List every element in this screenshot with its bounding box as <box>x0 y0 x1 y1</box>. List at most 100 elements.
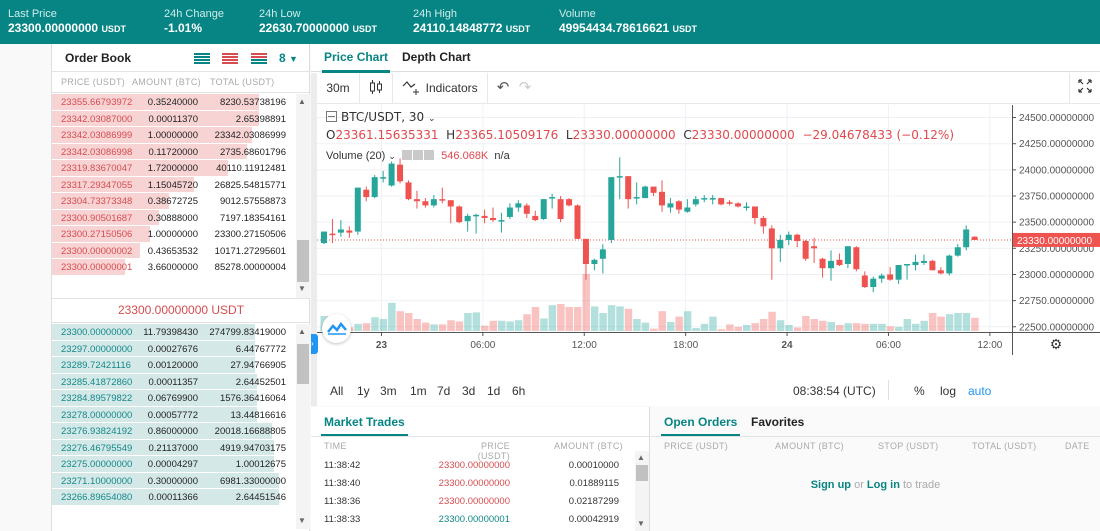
volume-bar <box>599 313 607 331</box>
precision-select[interactable]: 8 ▼ <box>279 51 298 65</box>
open-orders-panel: Open Orders Favorites PRICE (USDT) AMOUN… <box>651 407 1100 531</box>
volume-bar <box>768 311 776 331</box>
bid-total: 6.44767772 <box>235 343 286 355</box>
candle-body <box>819 258 826 269</box>
tab-depth-chart[interactable]: Depth Chart <box>402 50 471 64</box>
symbol-label[interactable]: BTC/USDT, 30 <box>341 110 424 124</box>
scroll-down-icon[interactable]: ▼ <box>298 516 306 525</box>
ask-row[interactable]: 23342.03086999 1.00000000 23342.03086999 <box>52 127 296 144</box>
asks-scroll-thumb[interactable] <box>297 240 309 282</box>
redo-icon[interactable]: ↷ <box>514 73 536 103</box>
scroll-down-icon[interactable]: ▼ <box>298 284 306 293</box>
eye-icon[interactable] <box>402 150 413 160</box>
ask-row[interactable]: 23355.66793972 0.35240000 8230.53738196 <box>52 94 296 111</box>
candle-body <box>718 198 725 205</box>
bid-row[interactable]: 23276.46795549 0.21137000 4919.94703175 <box>52 439 296 456</box>
trades-scroll-thumb[interactable] <box>636 465 648 481</box>
bids-scroll-thumb[interactable] <box>297 344 309 384</box>
candle-body <box>760 217 767 227</box>
range-6h[interactable]: 6h <box>512 384 525 398</box>
ask-row[interactable]: 23317.29347055 1.15045720 26825.54815771 <box>52 176 296 193</box>
scroll-down-icon[interactable]: ▼ <box>637 519 645 528</box>
bid-row[interactable]: 23278.00000000 0.00057772 13.44816616 <box>52 406 296 423</box>
signup-link[interactable]: Sign up <box>811 479 851 491</box>
login-link[interactable]: Log in <box>867 479 900 491</box>
bid-row[interactable]: 23285.41872860 0.00011357 2.64452501 <box>52 373 296 390</box>
range-1y[interactable]: 1y <box>357 384 370 398</box>
fullscreen-icon[interactable] <box>1069 73 1100 103</box>
candle-body <box>709 198 716 200</box>
bids-scrollbar[interactable]: ▲ ▼ <box>296 324 310 529</box>
chevron-down-icon[interactable]: ⌄ <box>428 114 436 124</box>
ask-row[interactable]: 23300.27150506 1.00000000 23300.27150506 <box>52 226 296 243</box>
ask-row[interactable]: 23300.90501687 0.30888000 7197.18354161 <box>52 209 296 226</box>
ticker-bar: Last Price 23300.00000000 USDT 24h Chang… <box>0 0 1100 44</box>
range-7d[interactable]: 7d <box>437 384 450 398</box>
settings-gear-icon[interactable]: ⚙ <box>1050 336 1063 352</box>
range-1m[interactable]: 1m <box>410 384 427 398</box>
trade-amount: 0.02187299 <box>568 496 619 507</box>
low-24h-label: 24h Low <box>259 8 301 20</box>
chart-logo-icon[interactable] <box>322 314 351 343</box>
tab-market-trades[interactable]: Market Trades <box>321 415 408 436</box>
undo-icon[interactable]: ↶ <box>492 73 514 103</box>
order-book-bids-icon[interactable] <box>251 53 267 64</box>
chevron-down-icon[interactable]: ⌄ <box>388 151 396 161</box>
order-book-both-icon[interactable] <box>194 53 210 64</box>
tab-favorites[interactable]: Favorites <box>751 415 804 429</box>
bid-row[interactable]: 23275.00000000 0.00004297 1.00012675 <box>52 456 296 473</box>
high-label: H <box>446 128 456 142</box>
volume-bar <box>447 320 455 331</box>
y-tick-label: 24000.00000000 <box>1019 165 1095 176</box>
ask-row[interactable]: 23304.73373348 0.38672725 9012.57558873 <box>52 193 296 210</box>
auto-toggle[interactable]: auto <box>968 384 991 398</box>
collapse-legend-icon[interactable] <box>326 111 337 122</box>
tab-price-chart[interactable]: Price Chart <box>321 50 391 73</box>
scroll-up-icon[interactable]: ▲ <box>298 327 306 336</box>
indicators-button[interactable]: Indicators <box>393 73 488 103</box>
bid-row[interactable]: 23276.93824192 0.86000000 20018.16688805 <box>52 423 296 440</box>
scroll-up-icon[interactable]: ▲ <box>637 453 645 462</box>
bid-row[interactable]: 23300.00000000 11.79398430 274799.83419000 <box>52 324 296 341</box>
bid-row[interactable]: 23289.72421116 0.00120000 27.94766905 <box>52 357 296 374</box>
volume-indicator-value: 546.068K <box>441 150 489 162</box>
ask-row[interactable]: 23300.00000001 3.66000000 85278.00000004 <box>52 259 296 276</box>
candle-body <box>836 259 843 266</box>
trades-scrollbar[interactable]: ▲ ▼ <box>635 451 649 531</box>
last-price-value: 23300.00000000 <box>8 21 99 35</box>
volume-indicator-label[interactable]: Volume (20) <box>326 150 385 162</box>
trade-price: 23300.00000000 <box>438 496 510 507</box>
percent-toggle[interactable]: % <box>914 384 925 398</box>
volume-bar <box>514 320 523 331</box>
range-1d[interactable]: 1d <box>487 384 500 398</box>
expand-sidebar-handle[interactable]: › <box>311 334 318 354</box>
y-tick-label: 24250.00000000 <box>1019 139 1095 150</box>
close-icon[interactable] <box>424 150 435 160</box>
bid-row[interactable]: 23271.10000000 0.30000000 6981.33000000 <box>52 472 296 489</box>
volume-bar <box>607 305 616 331</box>
bid-row[interactable]: 23297.00000000 0.00027676 6.44767772 <box>52 340 296 357</box>
interval-button[interactable]: 30m <box>317 73 360 103</box>
ask-row[interactable]: 23342.03086998 0.11720000 2735.68601796 <box>52 143 296 160</box>
candle-body <box>616 176 623 178</box>
ask-row[interactable]: 23342.03087000 0.00011370 2.65398891 <box>52 110 296 127</box>
candle-body <box>802 240 809 259</box>
scroll-up-icon[interactable]: ▲ <box>298 97 306 106</box>
bid-row[interactable]: 23266.89654080 0.00011366 2.64451546 <box>52 489 296 506</box>
ask-row[interactable]: 23300.00000002 0.43653532 10171.27295601 <box>52 242 296 259</box>
volume-bar <box>650 328 658 331</box>
ask-row[interactable]: 23319.83670047 1.72000000 40110.11912481 <box>52 160 296 177</box>
range-all[interactable]: All <box>330 384 343 398</box>
range-3m[interactable]: 3m <box>380 384 397 398</box>
log-toggle[interactable]: log <box>940 384 956 398</box>
tab-open-orders[interactable]: Open Orders <box>660 415 741 436</box>
asks-scrollbar[interactable]: ▲ ▼ <box>296 94 310 298</box>
bid-row[interactable]: 23284.89579822 0.06769900 1576.36416064 <box>52 390 296 407</box>
order-book-asks-icon[interactable] <box>222 53 238 64</box>
trade-row: 11:38:33 23300.00000001 0.00042919 <box>311 512 636 529</box>
left-margin <box>0 44 51 531</box>
price-chart[interactable]: 24500.00000000 24250.00000000 24000.000000… <box>317 105 1100 355</box>
candles-icon[interactable] <box>360 73 393 103</box>
range-3d[interactable]: 3d <box>462 384 475 398</box>
gear-icon[interactable] <box>413 150 424 160</box>
